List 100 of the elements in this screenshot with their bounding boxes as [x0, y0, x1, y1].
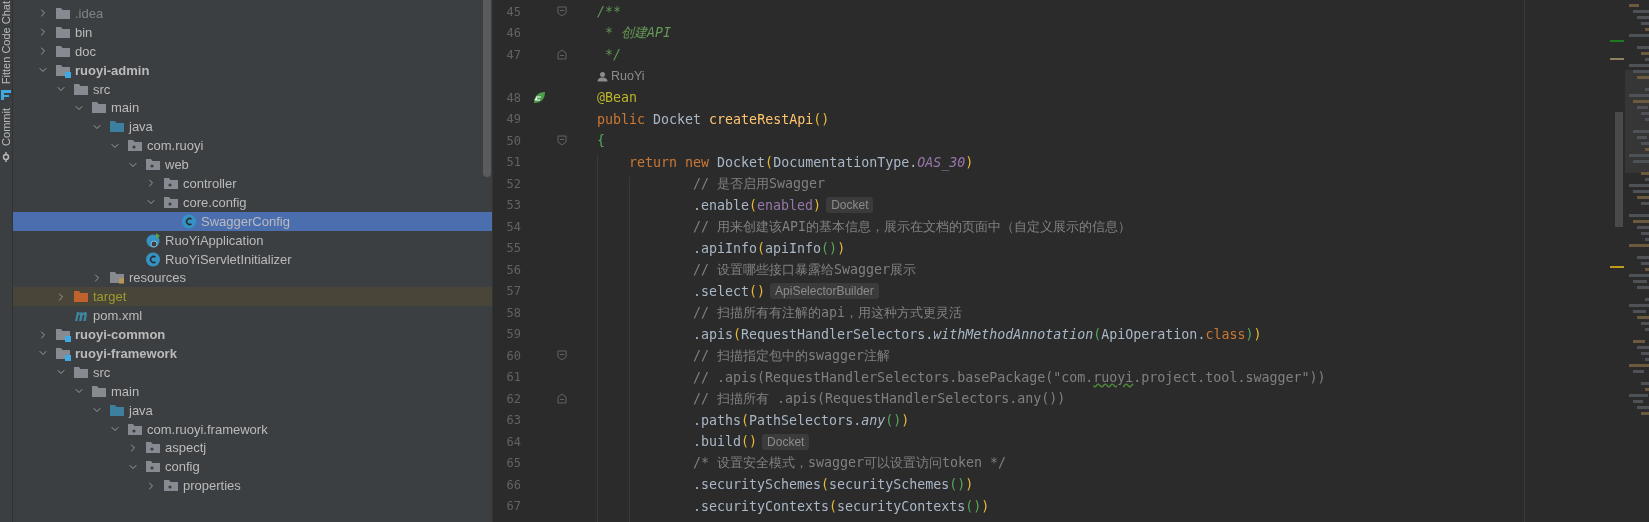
tree-item[interactable]: com.ruoyi.framework — [13, 419, 492, 439]
line-number: 59 — [505, 327, 521, 342]
fold-marker-icon[interactable] — [557, 393, 567, 405]
tree-item[interactable]: web — [13, 155, 492, 174]
code-line: .apiInfo(apiInfo()) — [692, 240, 846, 256]
person-icon — [597, 70, 608, 82]
tree-item[interactable]: java — [13, 400, 492, 420]
tree-item[interactable]: ruoyi-admin — [13, 60, 492, 80]
commit-icon — [1, 152, 11, 163]
code-line: public Docket createRestApi() — [597, 111, 830, 127]
folder-icon — [73, 289, 89, 305]
line-number: 62 — [505, 391, 521, 406]
package-folder-icon — [127, 421, 143, 437]
fold-marker-icon[interactable] — [557, 350, 567, 362]
inlay-hint: Docket — [826, 197, 874, 214]
tree-item[interactable]: main — [13, 381, 492, 401]
tree-item[interactable]: resources — [13, 268, 492, 288]
code-line: /* 设置安全模式，swagger可以设置访问token */ — [692, 454, 1007, 473]
code-line: // 用来创建该API的基本信息，展示在文档的页面中（自定义展示的信息） — [692, 217, 1132, 236]
package-folder-icon — [163, 175, 179, 191]
module-folder-icon — [55, 345, 71, 361]
code-line: .enable(enabled) — [692, 197, 822, 213]
tree-item[interactable]: properties — [13, 476, 492, 496]
tree-item[interactable]: com.ruoyi — [13, 136, 492, 156]
tree-item[interactable]: bin — [13, 22, 492, 42]
folder-icon — [109, 402, 125, 418]
code-line: .apis(RequestHandlerSelectors.withMethodAnnotation(ApiOperation.class)) — [692, 326, 1262, 342]
tool-window-tab[interactable]: Commit — [0, 108, 12, 147]
code-line: // 是否启用Swagger — [692, 174, 826, 193]
line-number: 58 — [505, 305, 521, 320]
code-line: .build() — [692, 434, 758, 450]
line-number: 61 — [505, 370, 521, 385]
code-line: return new Docket(DocumentationType.OAS_30) — [628, 154, 974, 170]
fold-marker-icon[interactable] — [557, 135, 567, 147]
line-number: 46 — [505, 26, 521, 41]
tree-item[interactable]: ruoyi-common — [13, 325, 492, 345]
code-line: // 设置哪些接口暴露给Swagger展示 — [692, 260, 917, 279]
code-line: .select() — [692, 283, 766, 299]
inlay-hint: Docket — [762, 433, 810, 450]
tree-item[interactable]: RuoYiServletInitializer — [13, 249, 492, 269]
folder-icon — [73, 364, 89, 380]
tree-item[interactable]: core.config — [13, 192, 492, 212]
line-number: 66 — [505, 477, 521, 492]
resources-folder-icon — [109, 270, 125, 286]
tree-item[interactable]: controller — [13, 174, 492, 193]
line-number: 57 — [505, 284, 521, 299]
tree-item[interactable]: RuoYiApplication — [13, 230, 492, 250]
tree-item[interactable]: config — [13, 457, 492, 477]
tree-item[interactable]: src — [13, 79, 492, 99]
line-number: 50 — [505, 133, 521, 148]
package-folder-icon — [127, 138, 143, 154]
fold-marker-icon[interactable] — [557, 49, 567, 61]
code-line: .paths(PathSelectors.any()) — [692, 412, 910, 428]
folder-icon — [91, 100, 107, 116]
tree-item[interactable]: ruoyi-framework — [13, 344, 492, 363]
package-folder-icon — [163, 194, 179, 210]
code-line: @Bean — [597, 90, 638, 106]
logo-icon — [1, 90, 11, 101]
class-icon — [145, 251, 161, 267]
line-number: 48 — [505, 90, 521, 105]
line-number: 45 — [505, 4, 521, 19]
code-line: */ — [604, 47, 621, 63]
code-line: .securitySchemes(securitySchemes()) — [692, 477, 974, 493]
tree-item[interactable]: aspectj — [13, 438, 492, 458]
line-number: 56 — [505, 262, 521, 277]
code-line: { — [597, 133, 605, 149]
folder-icon — [55, 5, 71, 21]
folder-icon — [109, 119, 125, 135]
inlay-hint: ApiSelectorBuilder — [770, 283, 879, 300]
tree-item[interactable]: src — [13, 362, 492, 382]
tree-item[interactable]: target — [13, 287, 492, 307]
line-number: 53 — [505, 198, 521, 213]
line-number: 52 — [505, 176, 521, 191]
tree-item[interactable]: doc — [13, 41, 492, 61]
fold-marker-icon[interactable] — [557, 6, 567, 18]
line-number: 54 — [505, 219, 521, 234]
folder-icon — [73, 81, 89, 97]
folder-icon — [55, 24, 71, 40]
line-number: 65 — [505, 456, 521, 471]
line-number: 49 — [505, 112, 521, 127]
line-number: 67 — [505, 499, 521, 514]
package-folder-icon — [145, 157, 161, 173]
code-line: .securityContexts(securityContexts()) — [692, 498, 990, 514]
code-line: // .apis(RequestHandlerSelectors.basePackage("com.ruoyi.project.tool.swagger")) — [692, 369, 1326, 385]
package-folder-icon — [145, 459, 161, 475]
tree-item[interactable]: main — [13, 98, 492, 118]
line-number: 55 — [505, 241, 521, 256]
code-line: /** — [597, 4, 622, 20]
tool-window-tab[interactable]: Fitten Code Chat — [0, 1, 12, 85]
tree-item[interactable]: java — [13, 117, 492, 137]
package-folder-icon — [145, 440, 161, 456]
code-line: * 创建API — [604, 24, 672, 43]
scrollbar-thumb[interactable] — [483, 0, 491, 177]
bean-icon[interactable] — [532, 90, 546, 105]
author-hint[interactable]: RuoYi — [597, 69, 645, 84]
code-line: // 扫描指定包中的swagger注解 — [692, 346, 891, 365]
line-number: 64 — [505, 434, 521, 449]
folder-icon — [91, 383, 107, 399]
line-number: 51 — [505, 155, 521, 170]
tree-item[interactable]: pom.xml — [13, 306, 492, 326]
